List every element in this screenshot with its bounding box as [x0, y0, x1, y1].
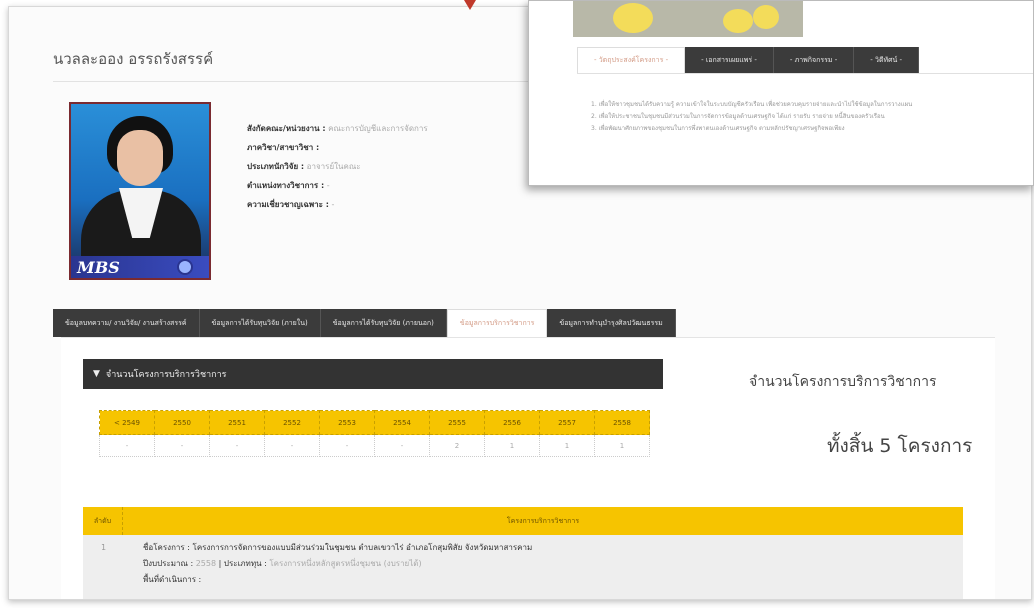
project-detail-popup: - วัตถุประสงค์โครงการ - - เอกสารเผยแพร่ …: [528, 0, 1034, 186]
project-area-line: พื้นที่ดำเนินการ :: [143, 575, 202, 584]
info-row-researcher-type: ประเภทนักวิจัย : อาจารย์ในคณะ: [247, 162, 361, 171]
year-cell: 2558: [594, 410, 650, 435]
project-name-line: ชื่อโครงการ : โครงการการจัดการของแบบมีส่…: [143, 543, 533, 552]
count-section-title: จำนวนโครงการบริการวิชาการ: [105, 370, 227, 380]
count-cell: -: [319, 434, 375, 457]
project-budget-line: ปีงบประมาณ : 2558 | ประเภททุน : โครงการห…: [143, 559, 422, 568]
year-cell: 2555: [429, 410, 485, 435]
chevron-down-icon: ▼: [93, 369, 100, 379]
count-cell: 1: [539, 434, 595, 457]
profile-tabs: ข้อมูลบทความ/ งานวิจัย/ งานสร้างสรรค์ ข้…: [53, 309, 676, 337]
count-cell: -: [374, 434, 430, 457]
project-budget-year: 2558: [195, 559, 217, 568]
university-seal-icon: [177, 259, 193, 275]
pointer-arrow-icon: [464, 0, 476, 10]
year-cell: 2552: [264, 410, 320, 435]
tab-objectives[interactable]: - วัตถุประสงค์โครงการ -: [577, 47, 686, 73]
tab-publications[interactable]: ข้อมูลบทความ/ งานวิจัย/ งานสร้างสรรค์: [53, 309, 200, 337]
photo-logo-text: MBS: [77, 258, 120, 277]
count-cell: -: [154, 434, 210, 457]
count-cell: -: [209, 434, 265, 457]
tab-external-grants[interactable]: ข้อมูลการได้รับทุนวิจัย (ภายนอก): [320, 309, 447, 337]
popup-divider: [577, 73, 1033, 74]
count-cell: -: [264, 434, 320, 457]
researcher-photo: MBS: [69, 102, 211, 280]
summary-title: จำนวนโครงการบริการวิชาการ: [749, 374, 937, 390]
year-header-row: < 2549 2550 2551 2552 2553 2554 2555 255…: [99, 410, 650, 435]
popup-tabs: - วัตถุประสงค์โครงการ - - เอกสารเผยแพร่ …: [577, 47, 920, 73]
year-cell: 2557: [539, 410, 595, 435]
info-row-faculty: สังกัดคณะ/หน่วยงาน : คณะการบัญชีและการจั…: [247, 124, 428, 133]
count-cell: 2: [429, 434, 485, 457]
info-row-academic-position: ตำแหน่งทางวิชาการ : -: [247, 181, 330, 190]
count-row: - - - - - - 2 1 1 1: [99, 434, 650, 457]
tab-documents[interactable]: - เอกสารเผยแพร่ -: [685, 47, 774, 73]
year-cell: 2554: [374, 410, 430, 435]
count-cell: -: [99, 434, 155, 457]
year-cell: 2553: [319, 410, 375, 435]
tab-academic-services[interactable]: ข้อมูลการบริการวิชาการ: [446, 309, 548, 337]
summary-total: ทั้งสิ้น 5 โครงการ: [827, 435, 973, 457]
year-count-table: < 2549 2550 2551 2552 2553 2554 2555 255…: [99, 410, 650, 457]
project-name: โครงการการจัดการของแบบมีส่วนร่วมในชุมชน …: [192, 543, 533, 552]
info-row-expertise: ความเชี่ยวชาญเฉพาะ : -: [247, 200, 335, 209]
activity-image: [573, 1, 803, 37]
row-number: 1: [101, 543, 107, 552]
profile-info: สังกัดคณะ/หน่วยงาน : คณะการบัญชีและการจั…: [247, 119, 428, 214]
year-cell: 2556: [484, 410, 540, 435]
tab-cultural-activities[interactable]: ข้อมูลการทำนุบำรุงศิลปวัฒนธรรม: [547, 309, 676, 337]
info-row-department: ภาควิชา/สาขาวิชา :: [247, 143, 320, 152]
table-row[interactable]: 1 ชื่อโครงการ : โครงการการจัดการของแบบมี…: [83, 535, 963, 599]
project-fund-type: โครงการหนึ่งหลักสูตรหนึ่งชุมชน (งบรายได้…: [269, 559, 422, 568]
column-header-project: โครงการบริการวิชาการ: [506, 516, 580, 525]
objective-item: 2. เพื่อให้ประชาชนในชุมชนมีส่วนร่วมในการ…: [591, 113, 885, 120]
column-header-no: ลำดับ: [83, 507, 123, 535]
researcher-name: นวลละออง อรรถรังสรรค์: [53, 50, 214, 68]
year-cell: < 2549: [99, 410, 155, 435]
count-cell: 1: [594, 434, 650, 457]
year-cell: 2551: [209, 410, 265, 435]
count-cell: 1: [484, 434, 540, 457]
objective-item: 1. เพื่อให้ชาวชุมชนได้รับความรู้ ความเข้…: [591, 101, 913, 108]
count-section-toggle[interactable]: ▼ จำนวนโครงการบริการวิชาการ: [83, 359, 663, 389]
project-table-header: ลำดับ โครงการบริการวิชาการ: [83, 507, 963, 535]
tab-activity-photos[interactable]: - ภาพกิจกรรม -: [773, 47, 855, 73]
tab-internal-grants[interactable]: ข้อมูลการได้รับทุนวิจัย (ภายใน): [199, 309, 321, 337]
year-cell: 2550: [154, 410, 210, 435]
tab-videos[interactable]: - วิดีทัศน์ -: [854, 47, 920, 73]
objective-item: 3. เพื่อพัฒนาศักยภาพของชุมชนในการพึ่งพาต…: [591, 125, 845, 132]
